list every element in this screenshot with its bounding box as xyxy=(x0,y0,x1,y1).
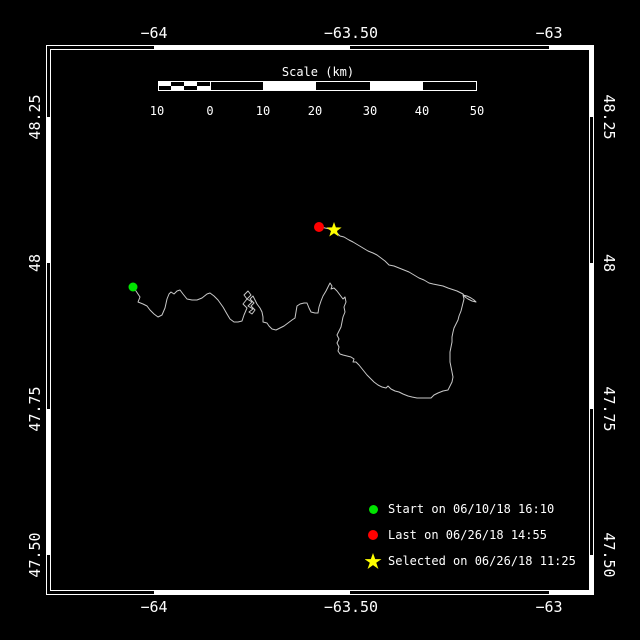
scalebar-title: Scale (km) xyxy=(282,65,354,79)
scalebar-subcell xyxy=(158,82,171,86)
frame-tick-segment xyxy=(549,45,594,49)
scalebar-tick-label: 20 xyxy=(308,104,322,118)
frame-tick-segment xyxy=(590,555,594,591)
scalebar-filled-segment xyxy=(263,82,315,90)
legend-selected-label: Selected on 06/26/18 11:25 xyxy=(388,554,576,568)
legend-row-selected: Selected on 06/26/18 11:25 xyxy=(364,552,576,570)
scalebar-subcell xyxy=(184,82,197,86)
axis-label-left: 47.75 xyxy=(26,386,44,431)
scalebar-tick-label: 0 xyxy=(206,104,213,118)
scalebar-tick-label: 10 xyxy=(150,104,164,118)
frame-tick-segment xyxy=(46,409,50,555)
track-map-window: −64 −63.50 −63 −64 −63.50 −63 48.25 48 47.75 47.5… xyxy=(0,0,640,640)
axis-label-right: 47.50 xyxy=(600,532,618,577)
axis-label-top: −63.50 xyxy=(324,24,378,42)
scalebar-subcell xyxy=(197,86,210,90)
legend-last-label: Last on 06/26/18 14:55 xyxy=(388,528,547,542)
start-marker[interactable] xyxy=(129,283,138,292)
legend-start-label: Start on 06/10/18 16:10 xyxy=(388,502,554,516)
scalebar-subcell xyxy=(171,86,184,90)
axis-label-left: 47.50 xyxy=(26,532,44,577)
frame-tick-segment xyxy=(590,49,594,117)
frame-tick-segment xyxy=(154,591,350,595)
selected-marker-icon xyxy=(364,553,382,569)
axis-label-right: 47.75 xyxy=(600,386,618,431)
axis-label-left: 48 xyxy=(26,254,44,272)
axis-label-top: −63 xyxy=(535,24,562,42)
track-path[interactable] xyxy=(133,227,476,398)
frame-tick-segment xyxy=(549,591,594,595)
scalebar-tick-label: 50 xyxy=(470,104,484,118)
axis-label-bottom: −63.50 xyxy=(324,598,378,616)
last-marker-icon xyxy=(364,530,382,540)
scalebar-tick-label: 40 xyxy=(415,104,429,118)
scalebar-tick-label: 30 xyxy=(363,104,377,118)
frame-tick-segment xyxy=(590,263,594,409)
frame-tick-segment xyxy=(46,117,50,263)
legend-row-start: Start on 06/10/18 16:10 xyxy=(364,500,554,518)
scalebar-tick-label: 10 xyxy=(256,104,270,118)
axis-label-left: 48.25 xyxy=(26,94,44,139)
axis-label-bottom: −64 xyxy=(140,598,167,616)
axis-label-right: 48.25 xyxy=(600,94,618,139)
scalebar-filled-segment xyxy=(370,82,422,90)
selected-marker[interactable] xyxy=(326,222,341,237)
axis-label-top: −64 xyxy=(140,24,167,42)
axis-label-bottom: −63 xyxy=(535,598,562,616)
frame-tick-segment xyxy=(154,45,350,49)
map-canvas[interactable] xyxy=(0,0,640,640)
legend-row-last: Last on 06/26/18 14:55 xyxy=(364,526,547,544)
axis-label-right: 48 xyxy=(600,254,618,272)
start-marker-icon xyxy=(364,505,382,514)
last-marker[interactable] xyxy=(314,222,324,232)
